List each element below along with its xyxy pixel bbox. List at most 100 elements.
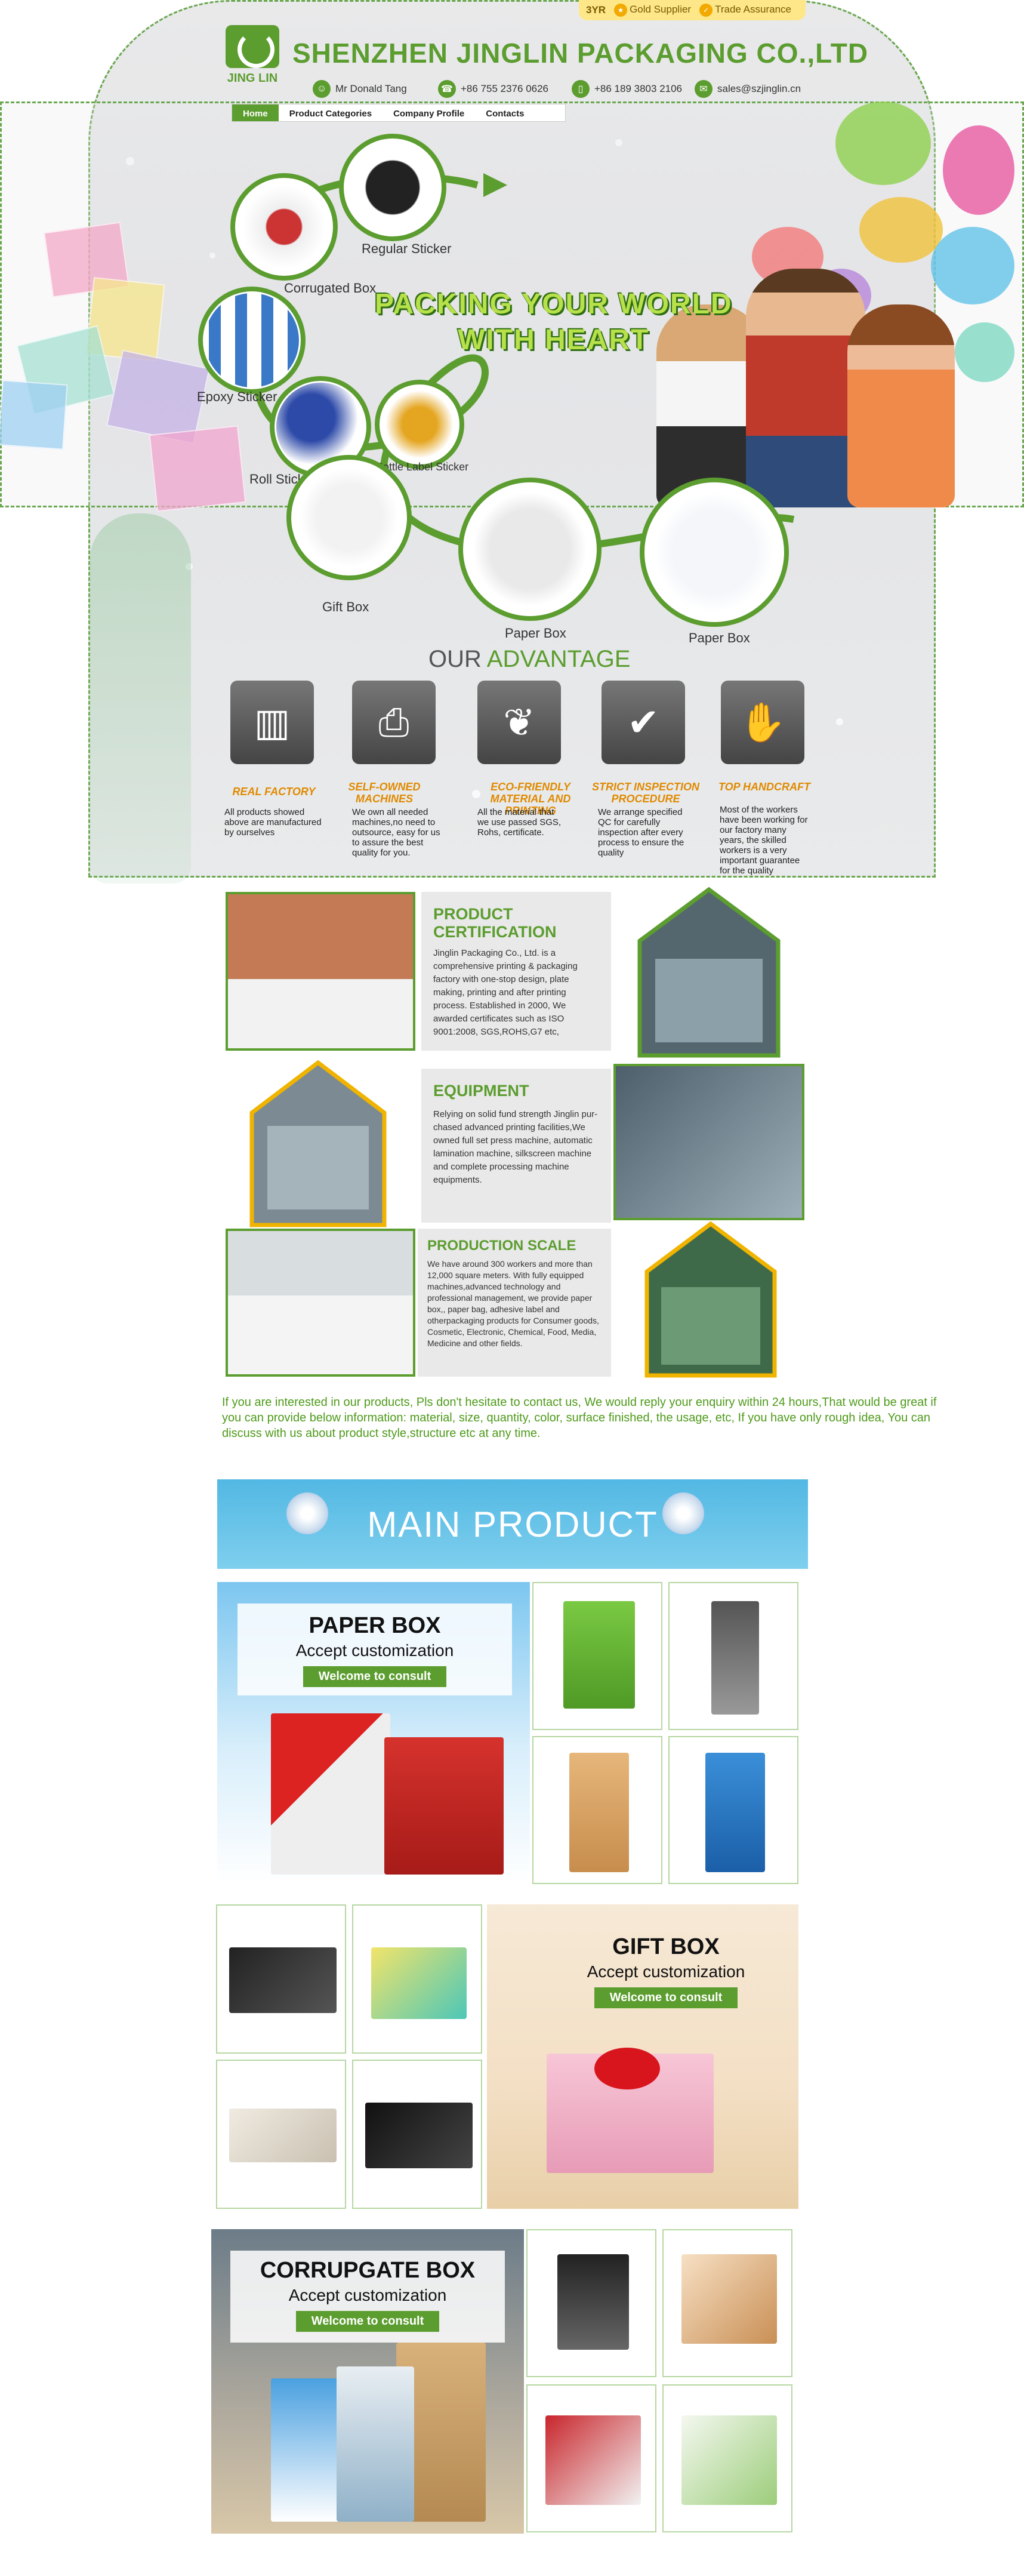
gift-box-promo[interactable]: GIFT BOX Accept customization Welcome to… xyxy=(487,1904,798,2209)
product-tile[interactable] xyxy=(352,2060,482,2209)
corrugate-box-promo[interactable]: CORRUPGATE BOX Accept customization Welc… xyxy=(211,2229,524,2534)
hero-slogan: PACKING YOUR WORLD WITH HEART xyxy=(375,287,733,358)
certification-text: Jinglin Packaging Co., Ltd. is a compreh… xyxy=(433,948,578,1037)
product-tile[interactable] xyxy=(532,1582,662,1730)
epoxy-sticker-label: Epoxy Sticker xyxy=(197,389,277,404)
advantage-title-highlight: ADVANTAGE xyxy=(486,646,631,672)
gift-box-circle[interactable] xyxy=(286,455,412,580)
paper-box-consult-button[interactable]: Welcome to consult xyxy=(303,1666,447,1687)
phone-1: +86 755 2376 0626 xyxy=(461,83,549,94)
corrugate-box-title: CORRUPGATE BOX xyxy=(260,2258,476,2283)
regular-sticker-circle[interactable] xyxy=(339,134,446,241)
workshop-house-photo xyxy=(644,1221,777,1378)
nav-contacts[interactable]: Contacts xyxy=(475,104,535,121)
product-tile[interactable] xyxy=(662,2384,792,2532)
advantage-title-5: TOP HANDCRAFT xyxy=(718,781,810,793)
advantage-title-4: STRICT INSPECTION PROCEDURE xyxy=(592,781,700,805)
trade-assurance-label: Trade Assurance xyxy=(715,4,791,15)
equipment-box: EQUIPMENT Relying on solid fund strength… xyxy=(421,1069,611,1223)
printing-machine-photo xyxy=(613,1064,804,1220)
corrugated-box-circle[interactable] xyxy=(230,173,338,281)
advantage-text-2: We own all needed machines,no need to ou… xyxy=(352,807,440,858)
paper-box-promo[interactable]: PAPER BOX Accept customization Welcome t… xyxy=(217,1582,530,1884)
photo-frame-box-image xyxy=(557,2254,629,2350)
epoxy-sticker-circle[interactable] xyxy=(198,287,306,394)
paper-box-circle-1[interactable] xyxy=(458,478,602,621)
decor-swatch xyxy=(0,380,68,450)
paper-box-title: PAPER BOX xyxy=(309,1613,441,1638)
paint-splash xyxy=(835,101,931,185)
corrugated-box-label: Corrugated Box xyxy=(284,281,377,296)
reception-photo xyxy=(226,892,415,1051)
advantage-text-4: We arrange specified QC for carefully in… xyxy=(598,807,684,858)
paper-box-label-2: Paper Box xyxy=(689,630,750,645)
product-tile[interactable] xyxy=(352,1904,482,2054)
corrugate-box-consult-button[interactable]: Welcome to consult xyxy=(295,2311,440,2332)
corrugate-box-subtitle: Accept customization xyxy=(288,2286,447,2304)
product-tile[interactable] xyxy=(216,2060,346,2209)
production-title: PRODUCTION SCALE xyxy=(427,1238,576,1254)
contact-phone-1[interactable]: ☎ +86 755 2376 0626 xyxy=(438,80,548,98)
supplier-years: 3YR xyxy=(586,4,606,16)
nav-home[interactable]: Home xyxy=(232,104,279,121)
product-tile[interactable] xyxy=(526,2384,656,2532)
contact-person: ☺ Mr Donald Tang xyxy=(313,80,407,98)
product-tile[interactable] xyxy=(532,1736,662,1884)
logo-text: JING LIN xyxy=(227,72,278,85)
factory-icon: ▥ xyxy=(230,681,314,764)
medal-icon: ★ xyxy=(614,4,628,17)
main-nav: Home Product Categories Company Profile … xyxy=(232,104,566,122)
fashion-sketch-illustration xyxy=(90,513,191,884)
belt-box-image xyxy=(711,1601,759,1715)
product-tile[interactable] xyxy=(662,2229,792,2377)
corrugate-box-card: CORRUPGATE BOX Accept customization Welc… xyxy=(230,2251,505,2343)
advantage-title-2: SELF-OWNED MACHINES xyxy=(348,781,421,805)
company-name: SHENZHEN JINGLIN PACKAGING CO.,LTD xyxy=(292,38,869,69)
contact-email[interactable]: ✉ sales@szjinglin.cn xyxy=(695,80,801,98)
headphone-box-image xyxy=(271,1713,390,1875)
phone-holder-box-image xyxy=(271,2378,343,2522)
gold-supplier-badge[interactable]: ★ Gold Supplier xyxy=(614,4,691,17)
product-tile[interactable] xyxy=(668,1736,798,1884)
user-icon: ☺ xyxy=(313,80,331,98)
kraft-box-image xyxy=(569,1753,629,1872)
product-tile[interactable] xyxy=(668,1582,798,1730)
paper-box-card: PAPER BOX Accept customization Welcome t… xyxy=(238,1604,512,1695)
nav-company-profile[interactable]: Company Profile xyxy=(383,104,475,121)
smiling-person-photo xyxy=(847,304,955,507)
mobile-icon: ▯ xyxy=(572,80,590,98)
balloon-decoration xyxy=(286,1492,328,1534)
bottle-label-circle[interactable] xyxy=(375,380,464,469)
advantage-title: OUR ADVANTAGE xyxy=(428,646,631,673)
gift-box-card: GIFT BOX Accept customization Welcome to… xyxy=(576,1928,755,2024)
inquiry-text: If you are interested in our products, P… xyxy=(222,1396,937,1440)
main-product-title: MAIN PRODUCT xyxy=(367,1504,658,1544)
paper-box-subtitle: Accept customization xyxy=(295,1641,454,1660)
advantage-title-1: REAL FACTORY xyxy=(232,786,316,798)
gift-box-consult-button[interactable]: Welcome to consult xyxy=(594,1987,738,2008)
nav-product-categories[interactable]: Product Categories xyxy=(279,104,383,121)
email: sales@szjinglin.cn xyxy=(717,83,801,94)
paint-splash xyxy=(931,227,1014,304)
advantage-text-5: Most of the workers have been working fo… xyxy=(720,805,808,876)
contact-phone-2[interactable]: ▯ +86 189 3803 2106 xyxy=(572,80,682,98)
company-logo[interactable] xyxy=(226,25,279,68)
gift-box-label: Gift Box xyxy=(322,599,369,614)
phone-2: +86 189 3803 2106 xyxy=(594,83,683,94)
trade-assurance-badge[interactable]: ✓ Trade Assurance xyxy=(699,4,791,17)
inspection-document-icon: ✔ xyxy=(602,681,685,764)
balloon-decoration xyxy=(662,1492,704,1534)
product-tile[interactable] xyxy=(216,1904,346,2054)
paper-box-circle-2[interactable] xyxy=(640,478,789,627)
gift-box-subtitle: Accept customization xyxy=(587,1962,745,1981)
blue-box-image xyxy=(705,1753,765,1872)
product-tile[interactable] xyxy=(526,2229,656,2377)
paint-splash xyxy=(859,197,943,263)
page-root: 3YR ★ Gold Supplier ✓ Trade Assurance JING… xyxy=(0,0,1024,2576)
slogan-line-1: PACKING YOUR WORLD xyxy=(375,288,733,320)
kraft-mailer-box-image xyxy=(681,2254,777,2344)
black-drawer-box-image xyxy=(365,2103,473,2168)
black-gift-box-image xyxy=(229,1947,337,2013)
paint-splash xyxy=(943,125,1014,215)
red-box-image xyxy=(384,1737,504,1875)
